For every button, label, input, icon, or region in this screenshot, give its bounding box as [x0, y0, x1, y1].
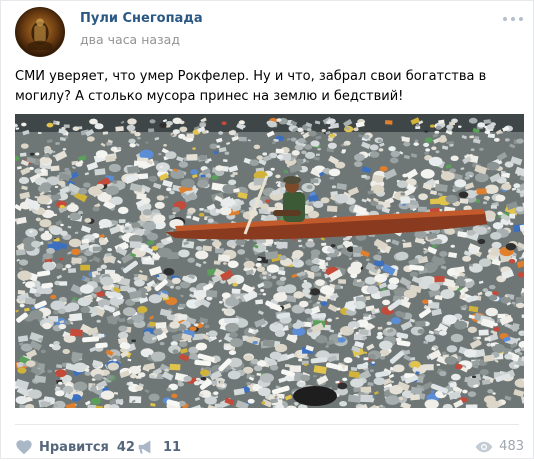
like-label: Нравится [39, 440, 109, 455]
author-name[interactable]: Пули Снегопада [80, 11, 203, 26]
more-dots-icon[interactable] [503, 17, 523, 23]
author-avatar[interactable] [15, 7, 65, 57]
heart-icon [15, 439, 33, 455]
post-text: СМИ уверяет, что умер Рокфелер. Ну и что… [15, 67, 520, 107]
views-counter: 483 [475, 439, 524, 454]
views-count: 483 [499, 439, 524, 454]
megaphone-icon [137, 439, 155, 455]
garbage-river-image [15, 114, 524, 408]
share-count: 11 [163, 440, 181, 455]
dot [511, 17, 515, 21]
dot [519, 17, 523, 21]
dot [503, 17, 507, 21]
like-count: 42 [117, 440, 135, 455]
eye-icon [475, 440, 493, 454]
post-time[interactable]: два часа назад [80, 32, 180, 47]
post-card: Пули Снегопада два часа назад СМИ уверяе… [0, 0, 534, 459]
like-button[interactable]: Нравится 42 [15, 439, 135, 455]
post-footer: Нравится 42 11 483 [15, 439, 524, 461]
footer-divider [15, 424, 519, 425]
post-photo[interactable] [15, 114, 524, 408]
share-button[interactable]: 11 [137, 439, 181, 455]
